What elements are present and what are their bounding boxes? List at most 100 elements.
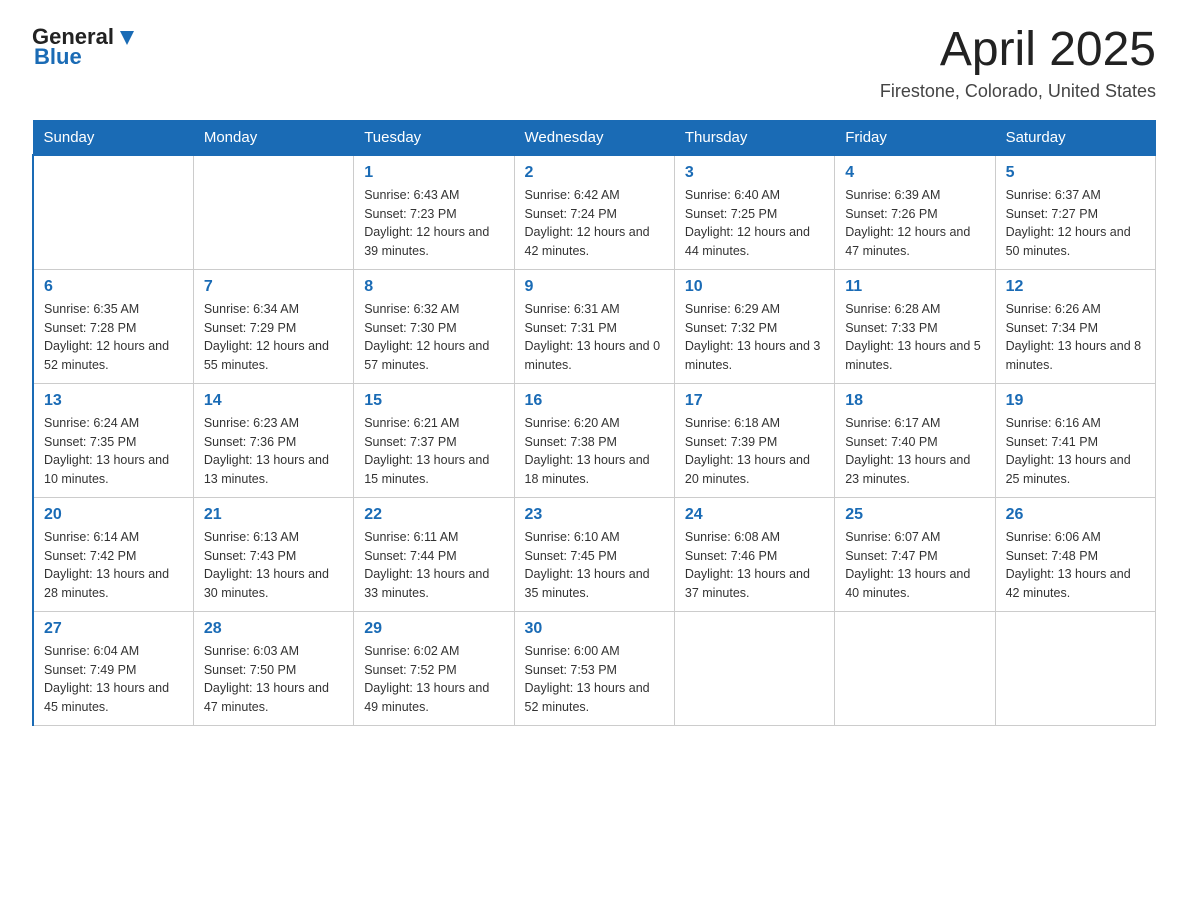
- day-info: Sunrise: 6:11 AMSunset: 7:44 PMDaylight:…: [364, 528, 503, 603]
- page-header: General Blue April 2025 Firestone, Color…: [32, 24, 1156, 102]
- calendar-cell: 17 Sunrise: 6:18 AMSunset: 7:39 PMDayligh…: [674, 383, 834, 497]
- calendar-cell: 24 Sunrise: 6:08 AMSunset: 7:46 PMDayligh…: [674, 497, 834, 611]
- day-number: 16: [525, 392, 664, 410]
- day-info: Sunrise: 6:23 AMSunset: 7:36 PMDaylight:…: [204, 414, 343, 489]
- calendar-cell: [995, 611, 1155, 725]
- month-title: April 2025: [880, 24, 1156, 77]
- calendar-week-row: 13 Sunrise: 6:24 AMSunset: 7:35 PMDayligh…: [33, 383, 1156, 497]
- day-number: 10: [685, 278, 824, 296]
- day-info: Sunrise: 6:20 AMSunset: 7:38 PMDaylight:…: [525, 414, 664, 489]
- calendar-cell: 22Sunrise: 6:11 AMSunset: 7:44 PMDayligh…: [354, 497, 514, 611]
- day-info: Sunrise: 6:31 AMSunset: 7:31 PMDaylight:…: [525, 300, 664, 375]
- logo-triangle-icon: [116, 27, 138, 49]
- day-number: 23: [525, 506, 664, 524]
- calendar-cell: 18 Sunrise: 6:17 AMSunset: 7:40 PMDayligh…: [835, 383, 995, 497]
- day-info: Sunrise: 6:24 AMSunset: 7:35 PMDaylight:…: [44, 414, 183, 489]
- day-info: Sunrise: 6:10 AMSunset: 7:45 PMDaylight:…: [525, 528, 664, 603]
- day-info: Sunrise: 6:18 AMSunset: 7:39 PMDaylight:…: [685, 414, 824, 489]
- day-info: Sunrise: 6:08 AMSunset: 7:46 PMDaylight:…: [685, 528, 824, 603]
- calendar-cell: 19 Sunrise: 6:16 AMSunset: 7:41 PMDayligh…: [995, 383, 1155, 497]
- day-number: 6: [44, 278, 183, 296]
- day-number: 1: [364, 164, 503, 182]
- calendar-cell: 5 Sunrise: 6:37 AMSunset: 7:27 PMDaylight…: [995, 155, 1155, 270]
- calendar-cell: [33, 155, 193, 270]
- day-number: 25: [845, 506, 984, 524]
- day-number: 29: [364, 620, 503, 638]
- location-subtitle: Firestone, Colorado, United States: [880, 81, 1156, 102]
- day-number: 2: [525, 164, 664, 182]
- day-number: 7: [204, 278, 343, 296]
- calendar-cell: 21Sunrise: 6:13 AMSunset: 7:43 PMDayligh…: [193, 497, 353, 611]
- calendar-cell: 12 Sunrise: 6:26 AMSunset: 7:34 PMDayligh…: [995, 269, 1155, 383]
- day-number: 9: [525, 278, 664, 296]
- calendar-cell: [193, 155, 353, 270]
- day-info: Sunrise: 6:34 AMSunset: 7:29 PMDaylight:…: [204, 300, 343, 375]
- day-number: 26: [1006, 506, 1145, 524]
- col-header-monday: Monday: [193, 120, 353, 155]
- day-info: Sunrise: 6:06 AMSunset: 7:48 PMDaylight:…: [1006, 528, 1145, 603]
- col-header-saturday: Saturday: [995, 120, 1155, 155]
- calendar-cell: 20Sunrise: 6:14 AMSunset: 7:42 PMDayligh…: [33, 497, 193, 611]
- day-info: Sunrise: 6:16 AMSunset: 7:41 PMDaylight:…: [1006, 414, 1145, 489]
- day-number: 30: [525, 620, 664, 638]
- day-number: 5: [1006, 164, 1145, 182]
- day-number: 21: [204, 506, 343, 524]
- calendar-cell: 11 Sunrise: 6:28 AMSunset: 7:33 PMDayligh…: [835, 269, 995, 383]
- day-number: 19: [1006, 392, 1145, 410]
- col-header-sunday: Sunday: [33, 120, 193, 155]
- day-number: 24: [685, 506, 824, 524]
- calendar-cell: 9 Sunrise: 6:31 AMSunset: 7:31 PMDaylight…: [514, 269, 674, 383]
- col-header-tuesday: Tuesday: [354, 120, 514, 155]
- calendar-cell: [835, 611, 995, 725]
- day-number: 27: [44, 620, 183, 638]
- calendar-cell: 3Sunrise: 6:40 AMSunset: 7:25 PMDaylight…: [674, 155, 834, 270]
- calendar-cell: [674, 611, 834, 725]
- calendar-cell: 23 Sunrise: 6:10 AMSunset: 7:45 PMDayligh…: [514, 497, 674, 611]
- calendar-cell: 27 Sunrise: 6:04 AMSunset: 7:49 PMDayligh…: [33, 611, 193, 725]
- day-info: Sunrise: 6:02 AMSunset: 7:52 PMDaylight:…: [364, 642, 503, 717]
- calendar-week-row: 20Sunrise: 6:14 AMSunset: 7:42 PMDayligh…: [33, 497, 1156, 611]
- title-section: April 2025 Firestone, Colorado, United S…: [880, 24, 1156, 102]
- day-info: Sunrise: 6:28 AMSunset: 7:33 PMDaylight:…: [845, 300, 984, 375]
- day-info: Sunrise: 6:35 AMSunset: 7:28 PMDaylight:…: [44, 300, 183, 375]
- day-number: 12: [1006, 278, 1145, 296]
- day-info: Sunrise: 6:32 AMSunset: 7:30 PMDaylight:…: [364, 300, 503, 375]
- day-info: Sunrise: 6:26 AMSunset: 7:34 PMDaylight:…: [1006, 300, 1145, 375]
- calendar-week-row: 27 Sunrise: 6:04 AMSunset: 7:49 PMDayligh…: [33, 611, 1156, 725]
- col-header-friday: Friday: [835, 120, 995, 155]
- calendar-cell: 30 Sunrise: 6:00 AMSunset: 7:53 PMDayligh…: [514, 611, 674, 725]
- day-number: 8: [364, 278, 503, 296]
- calendar-cell: 4 Sunrise: 6:39 AMSunset: 7:26 PMDaylight…: [835, 155, 995, 270]
- calendar-table: SundayMondayTuesdayWednesdayThursdayFrid…: [32, 120, 1156, 726]
- day-number: 13: [44, 392, 183, 410]
- calendar-cell: 15Sunrise: 6:21 AMSunset: 7:37 PMDayligh…: [354, 383, 514, 497]
- logo-blue-text: Blue: [34, 44, 82, 70]
- calendar-cell: 10 Sunrise: 6:29 AMSunset: 7:32 PMDayligh…: [674, 269, 834, 383]
- day-info: Sunrise: 6:29 AMSunset: 7:32 PMDaylight:…: [685, 300, 824, 375]
- calendar-cell: 13 Sunrise: 6:24 AMSunset: 7:35 PMDayligh…: [33, 383, 193, 497]
- day-number: 20: [44, 506, 183, 524]
- day-info: Sunrise: 6:37 AMSunset: 7:27 PMDaylight:…: [1006, 186, 1145, 261]
- calendar-week-row: 6 Sunrise: 6:35 AMSunset: 7:28 PMDaylight…: [33, 269, 1156, 383]
- day-info: Sunrise: 6:03 AMSunset: 7:50 PMDaylight:…: [204, 642, 343, 717]
- day-number: 18: [845, 392, 984, 410]
- day-number: 28: [204, 620, 343, 638]
- calendar-cell: 2 Sunrise: 6:42 AMSunset: 7:24 PMDaylight…: [514, 155, 674, 270]
- day-info: Sunrise: 6:17 AMSunset: 7:40 PMDaylight:…: [845, 414, 984, 489]
- col-header-wednesday: Wednesday: [514, 120, 674, 155]
- day-number: 11: [845, 278, 984, 296]
- calendar-cell: 7 Sunrise: 6:34 AMSunset: 7:29 PMDaylight…: [193, 269, 353, 383]
- calendar-cell: 25Sunrise: 6:07 AMSunset: 7:47 PMDayligh…: [835, 497, 995, 611]
- day-number: 17: [685, 392, 824, 410]
- day-info: Sunrise: 6:42 AMSunset: 7:24 PMDaylight:…: [525, 186, 664, 261]
- day-info: Sunrise: 6:39 AMSunset: 7:26 PMDaylight:…: [845, 186, 984, 261]
- day-number: 4: [845, 164, 984, 182]
- day-info: Sunrise: 6:04 AMSunset: 7:49 PMDaylight:…: [44, 642, 183, 717]
- calendar-cell: 14Sunrise: 6:23 AMSunset: 7:36 PMDayligh…: [193, 383, 353, 497]
- logo: General Blue: [32, 24, 138, 70]
- day-info: Sunrise: 6:43 AMSunset: 7:23 PMDaylight:…: [364, 186, 503, 261]
- day-info: Sunrise: 6:40 AMSunset: 7:25 PMDaylight:…: [685, 186, 824, 261]
- calendar-cell: 26 Sunrise: 6:06 AMSunset: 7:48 PMDayligh…: [995, 497, 1155, 611]
- day-info: Sunrise: 6:00 AMSunset: 7:53 PMDaylight:…: [525, 642, 664, 717]
- calendar-cell: 16 Sunrise: 6:20 AMSunset: 7:38 PMDayligh…: [514, 383, 674, 497]
